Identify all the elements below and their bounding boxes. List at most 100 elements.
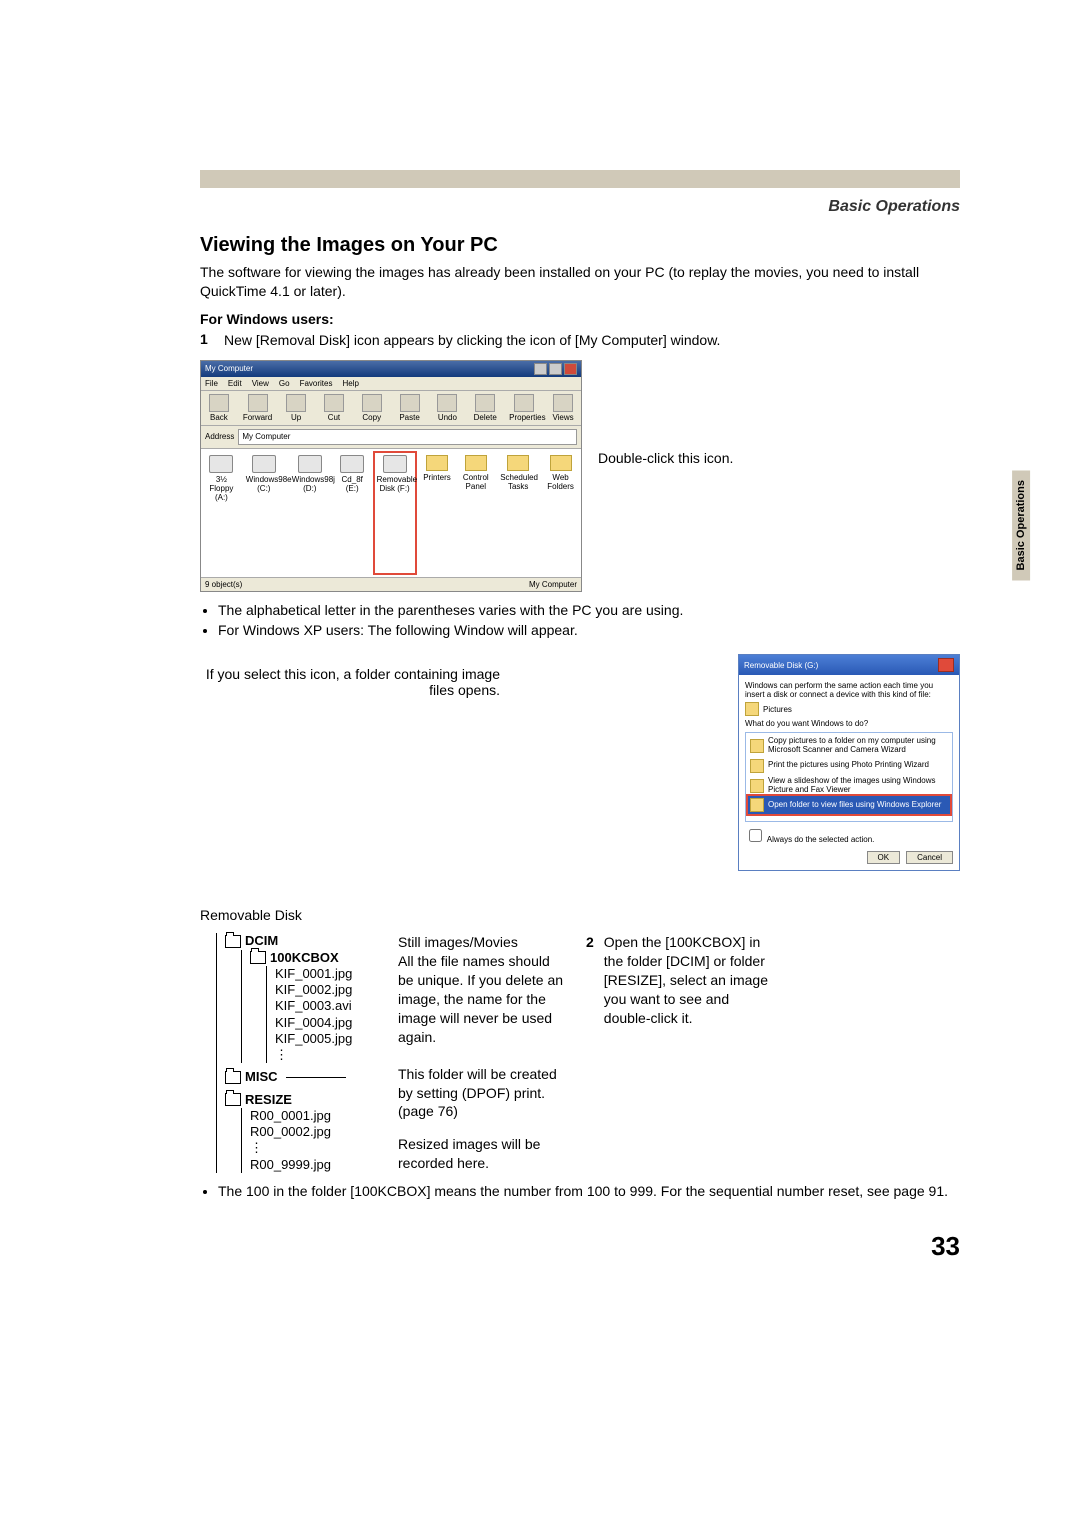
paste-icon: [400, 394, 420, 412]
tb-copy[interactable]: Copy: [358, 394, 386, 422]
drive-cd[interactable]: Cd_8f (E:): [338, 455, 367, 575]
folder-icon: [225, 1071, 241, 1084]
menu-favorites[interactable]: Favorites: [300, 379, 333, 388]
forward-icon: [248, 394, 268, 412]
xp-type: Pictures: [763, 705, 792, 714]
file-kif4: KIF_0004.jpg: [275, 1015, 380, 1031]
cut-icon: [324, 394, 344, 412]
step-2-text: Open the [100KCBOX] in the folder [DCIM]…: [604, 933, 776, 1027]
tb-cut[interactable]: Cut: [320, 394, 348, 422]
folder-printers[interactable]: Printers: [423, 455, 452, 575]
bullet-letter: The alphabetical letter in the parenthes…: [218, 600, 960, 620]
floppy-icon: [209, 455, 233, 473]
menu-file[interactable]: File: [205, 379, 218, 388]
xp-prompt: What do you want Windows to do?: [745, 719, 953, 728]
web-folders-icon: [550, 455, 572, 471]
xp-desc: Windows can perform the same action each…: [745, 681, 953, 699]
close-icon[interactable]: [564, 363, 577, 375]
folder-view: 3½ Floppy (A:) Windows98e (C:) Windows98…: [201, 449, 581, 577]
tb-views[interactable]: Views: [549, 394, 577, 422]
cd-icon: [340, 455, 364, 473]
file-kif5: KIF_0005.jpg: [275, 1031, 380, 1047]
status-objects: 9 object(s): [205, 580, 242, 589]
xp-item-copy[interactable]: Copy pictures to a folder on my computer…: [748, 735, 950, 757]
xp-autoplay-dialog: Removable Disk (G:) Windows can perform …: [738, 654, 960, 871]
tb-back[interactable]: Back: [205, 394, 233, 422]
page-title: Viewing the Images on Your PC: [200, 234, 960, 257]
folder-misc: MISC: [245, 1069, 278, 1085]
file-r1: R00_0001.jpg: [250, 1108, 380, 1124]
folder-icon: [225, 1093, 241, 1106]
side-tab: Basic Operations: [1012, 470, 1030, 580]
folder-dcim: DCIM: [245, 933, 278, 949]
leader-line: [286, 1077, 346, 1078]
folder-web[interactable]: Web Folders: [546, 455, 575, 575]
file-rlast: R00_9999.jpg: [250, 1157, 380, 1173]
explain-select-icon: If you select this icon, a folder contai…: [200, 654, 500, 698]
xp-item-slideshow[interactable]: View a slideshow of the images using Win…: [748, 775, 950, 797]
drive-d[interactable]: Windows98j (D:): [292, 455, 328, 575]
ellipsis-icon: ⋮: [250, 1140, 380, 1156]
tb-paste[interactable]: Paste: [396, 394, 424, 422]
xp-always-checkbox[interactable]: [749, 829, 762, 842]
file-kif2: KIF_0002.jpg: [275, 982, 380, 998]
file-kif3: KIF_0003.avi: [275, 998, 380, 1014]
drive-floppy[interactable]: 3½ Floppy (A:): [207, 455, 236, 575]
address-label: Address: [205, 432, 234, 441]
minimize-icon[interactable]: [534, 363, 547, 375]
menu-view[interactable]: View: [252, 379, 269, 388]
xp-action-list[interactable]: Copy pictures to a folder on my computer…: [745, 732, 953, 822]
folder-icon: [225, 935, 241, 948]
callout-doubleclick: Double-click this icon.: [598, 450, 758, 466]
folder-scheduled[interactable]: Scheduled Tasks: [500, 455, 536, 575]
ok-button[interactable]: OK: [867, 851, 901, 864]
drive-removable[interactable]: Removable Disk (F:): [373, 451, 417, 575]
removable-disk-label: Removable Disk: [200, 907, 960, 923]
step-1-number: 1: [200, 331, 214, 356]
file-r2: R00_0002.jpg: [250, 1124, 380, 1140]
removable-disk-icon: [383, 455, 407, 473]
hdd-icon: [252, 455, 276, 473]
slideshow-icon: [750, 779, 764, 793]
section-header: Basic Operations: [200, 198, 960, 216]
wizard-icon: [750, 739, 764, 753]
folder-resize: RESIZE: [245, 1092, 292, 1108]
xp-item-open-folder[interactable]: Open folder to view files using Windows …: [746, 794, 952, 816]
cancel-button[interactable]: Cancel: [906, 851, 953, 864]
close-icon[interactable]: [938, 658, 954, 672]
note-resize: Resized images will be recorded here.: [398, 1135, 568, 1173]
tb-properties[interactable]: Properties: [509, 394, 539, 422]
tb-up[interactable]: Up: [282, 394, 310, 422]
drive-c[interactable]: Windows98e (C:): [246, 455, 282, 575]
page-number: 33: [200, 1231, 960, 1262]
status-location: My Computer: [529, 580, 577, 589]
xp-always-label: Always do the selected action.: [767, 835, 875, 844]
tb-delete[interactable]: Delete: [471, 394, 499, 422]
folder-icon: [250, 951, 266, 964]
maximize-icon[interactable]: [549, 363, 562, 375]
xp-item-print[interactable]: Print the pictures using Photo Printing …: [748, 757, 950, 775]
delete-icon: [475, 394, 495, 412]
menu-go[interactable]: Go: [279, 379, 290, 388]
control-panel-icon: [465, 455, 487, 471]
menu-bar[interactable]: File Edit View Go Favorites Help: [201, 377, 581, 391]
properties-icon: [514, 394, 534, 412]
ellipsis-icon: ⋮: [275, 1047, 380, 1063]
scheduled-tasks-icon: [507, 455, 529, 471]
folder-icon: [750, 798, 764, 812]
menu-edit[interactable]: Edit: [228, 379, 242, 388]
address-input[interactable]: [238, 429, 577, 445]
section-band: [200, 170, 960, 188]
tb-undo[interactable]: Undo: [433, 394, 461, 422]
up-icon: [286, 394, 306, 412]
window-title: My Computer: [205, 364, 253, 373]
printers-icon: [426, 455, 448, 471]
folder-controlpanel[interactable]: Control Panel: [461, 455, 490, 575]
tb-forward[interactable]: Forward: [243, 394, 272, 422]
my-computer-window: My Computer File Edit View Go Favorites …: [200, 360, 582, 592]
folder-100kcbox: 100KCBOX: [270, 950, 339, 966]
print-icon: [750, 759, 764, 773]
copy-icon: [362, 394, 382, 412]
views-icon: [553, 394, 573, 412]
menu-help[interactable]: Help: [342, 379, 358, 388]
